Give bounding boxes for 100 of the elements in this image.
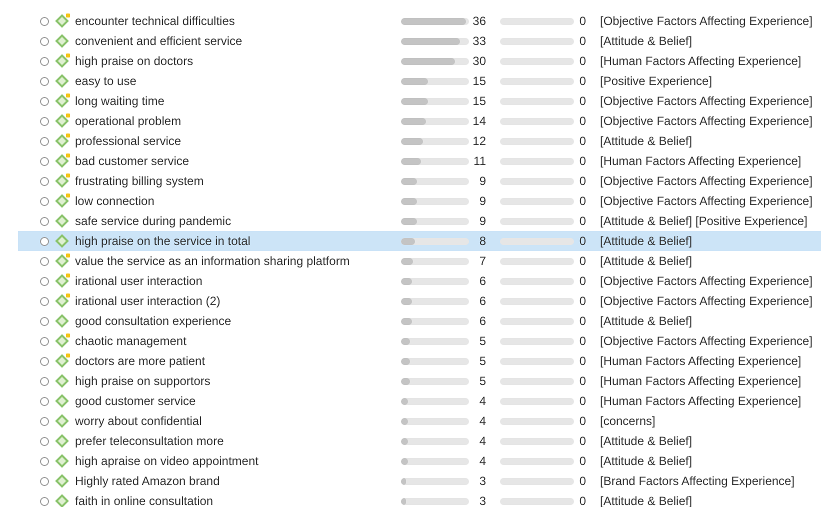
frequency-count: 3 xyxy=(478,493,486,507)
code-name: irational user interaction xyxy=(75,273,204,290)
category-label: [Human Factors Affecting Experience] xyxy=(600,373,802,390)
frequency-bar xyxy=(401,458,469,464)
frequency-count: 5 xyxy=(478,373,486,390)
code-row[interactable]: high praise on doctors 30 0 [Human Factors Affecting Experience] xyxy=(0,51,821,71)
category-label: [Objective Factors Affecting Experience] xyxy=(600,93,813,110)
code-row[interactable]: good customer service 4 0 [Human Factors Affecting Experience] xyxy=(0,391,821,411)
radio-circle[interactable] xyxy=(40,136,49,146)
code-row[interactable]: long waiting time 15 0 [Objective Factors Affecting Experience] xyxy=(0,91,821,111)
radio-circle[interactable] xyxy=(40,336,49,346)
code-name: irational user interaction (2) xyxy=(75,293,222,310)
category-label: [Human Factors Affecting Experience] xyxy=(600,353,802,370)
code-row[interactable]: operational problem 14 0 [Objective Factors Affecting Experience] xyxy=(0,111,821,131)
frequency-bar xyxy=(401,298,469,304)
frequency-count: 7 xyxy=(478,253,486,270)
frequency-count: 9 xyxy=(478,193,486,210)
frequency-count: 0 xyxy=(578,113,586,130)
code-name: high praise on supportors xyxy=(75,373,212,390)
radio-circle[interactable] xyxy=(40,296,49,306)
radio-circle[interactable] xyxy=(40,116,49,126)
code-row[interactable]: safe service during pandemic 9 0 [Attitude & Belief] [Positive Experience] xyxy=(0,211,821,231)
frequency-bar xyxy=(401,18,469,24)
radio-circle[interactable] xyxy=(40,496,49,506)
category-label: [Objective Factors Affecting Experience] xyxy=(600,193,813,210)
code-name: safe service during pandemic xyxy=(75,213,232,230)
frequency-count: 6 xyxy=(478,313,486,330)
code-row[interactable]: low connection 9 0 [Objective Factors Affecting Experience] xyxy=(0,191,821,211)
radio-circle[interactable] xyxy=(40,456,49,466)
frequency-bar xyxy=(401,198,469,204)
code-row[interactable]: bad customer service 11 0 [Human Factors Affecting Experience] xyxy=(0,151,821,171)
frequency-count: 0 xyxy=(578,473,586,490)
frequency-count: 0 xyxy=(578,353,586,370)
frequency-count: 0 xyxy=(578,493,586,507)
code-name: high apraise on video appointment xyxy=(75,453,260,470)
frequency-bar xyxy=(401,338,469,344)
radio-circle[interactable] xyxy=(40,96,49,106)
code-row[interactable]: Highly rated Amazon brand 3 0 [Brand Factors Affecting Experience] xyxy=(0,471,821,491)
code-row[interactable]: irational user interaction (2) 6 0 [Objective Factors Affecting Experience] xyxy=(0,291,821,311)
radio-circle[interactable] xyxy=(40,356,49,366)
frequency-bar xyxy=(401,498,469,504)
code-row[interactable]: high praise on the service in total 8 0 [Attitude & Belief] xyxy=(18,231,821,251)
code-row[interactable]: prefer teleconsultation more 4 0 [Attitude & Belief] xyxy=(0,431,821,451)
category-label: [Objective Factors Affecting Experience] xyxy=(600,273,813,290)
category-label: [Attitude & Belief] [Positive Experience] xyxy=(600,213,808,230)
frequency-count: 0 xyxy=(578,93,586,110)
code-row[interactable]: high praise on supportors 5 0 [Human Factors Affecting Experience] xyxy=(0,371,821,391)
code-name: chaotic management xyxy=(75,333,188,350)
radio-circle[interactable] xyxy=(40,316,49,326)
code-row[interactable]: value the service as an information sharing platform 7 0 [Attitude & Belief] xyxy=(0,251,821,271)
frequency-count: 0 xyxy=(578,53,586,70)
code-name: Highly rated Amazon brand xyxy=(75,473,221,490)
code-row[interactable]: convenient and efficient service 33 0 [Attitude & Belief] xyxy=(0,31,821,51)
radio-circle[interactable] xyxy=(40,236,49,246)
code-row[interactable]: irational user interaction 6 0 [Objective Factors Affecting Experience] xyxy=(0,271,821,291)
code-row[interactable]: chaotic management 5 0 [Objective Factors Affecting Experience] xyxy=(0,331,821,351)
code-name: high praise on doctors xyxy=(75,53,194,70)
radio-circle[interactable] xyxy=(40,76,49,86)
radio-circle[interactable] xyxy=(40,436,49,446)
radio-circle[interactable] xyxy=(40,176,49,186)
radio-circle[interactable] xyxy=(40,256,49,266)
radio-circle[interactable] xyxy=(40,396,49,406)
code-row[interactable]: encounter technical difficulties 36 0 [Objective Factors Affecting Experience] xyxy=(0,11,821,31)
frequency-count: 6 xyxy=(478,273,486,290)
frequency-count: 30 xyxy=(472,53,486,70)
code-row[interactable]: frustrating billing system 9 0 [Objective Factors Affecting Experience] xyxy=(0,171,821,191)
code-row[interactable]: worry about confidential 4 0 [concerns] xyxy=(0,411,821,431)
category-label: [Attitude & Belief] xyxy=(600,453,692,470)
category-label: [Human Factors Affecting Experience] xyxy=(600,53,802,70)
radio-circle[interactable] xyxy=(40,416,49,426)
frequency-bar xyxy=(401,78,469,84)
radio-circle[interactable] xyxy=(40,56,49,66)
category-label: [Brand Factors Affecting Experience] xyxy=(600,473,795,490)
frequency-count: 9 xyxy=(478,173,486,190)
code-name: faith in online consultation xyxy=(75,493,214,507)
radio-circle[interactable] xyxy=(40,476,49,486)
code-name: high praise on the service in total xyxy=(75,233,252,250)
radio-circle[interactable] xyxy=(40,376,49,386)
code-row[interactable]: easy to use 15 0 [Positive Experience] xyxy=(0,71,821,91)
frequency-count: 5 xyxy=(478,333,486,350)
code-row[interactable]: good consultation experience 6 0 [Attitude & Belief] xyxy=(0,311,821,331)
frequency-bar xyxy=(401,218,469,224)
frequency-count: 4 xyxy=(478,413,486,430)
code-row[interactable]: doctors are more patient 5 0 [Human Factors Affecting Experience] xyxy=(0,351,821,371)
frequency-bar xyxy=(401,238,469,244)
frequency-bar xyxy=(401,58,469,64)
radio-circle[interactable] xyxy=(40,276,49,286)
radio-circle[interactable] xyxy=(40,36,49,46)
radio-circle[interactable] xyxy=(40,216,49,226)
code-row[interactable]: high apraise on video appointment 4 0 [Attitude & Belief] xyxy=(0,451,821,471)
frequency-count: 9 xyxy=(478,213,486,230)
radio-circle[interactable] xyxy=(40,196,49,206)
frequency-bar xyxy=(401,258,469,264)
radio-circle[interactable] xyxy=(40,156,49,166)
code-name: convenient and efficient service xyxy=(75,33,244,50)
radio-circle[interactable] xyxy=(40,16,49,26)
frequency-bar xyxy=(401,358,469,364)
code-row[interactable]: professional service 12 0 [Attitude & Belief] xyxy=(0,131,821,151)
code-name: good consultation experience xyxy=(75,313,232,330)
frequency-count: 15 xyxy=(472,73,486,90)
